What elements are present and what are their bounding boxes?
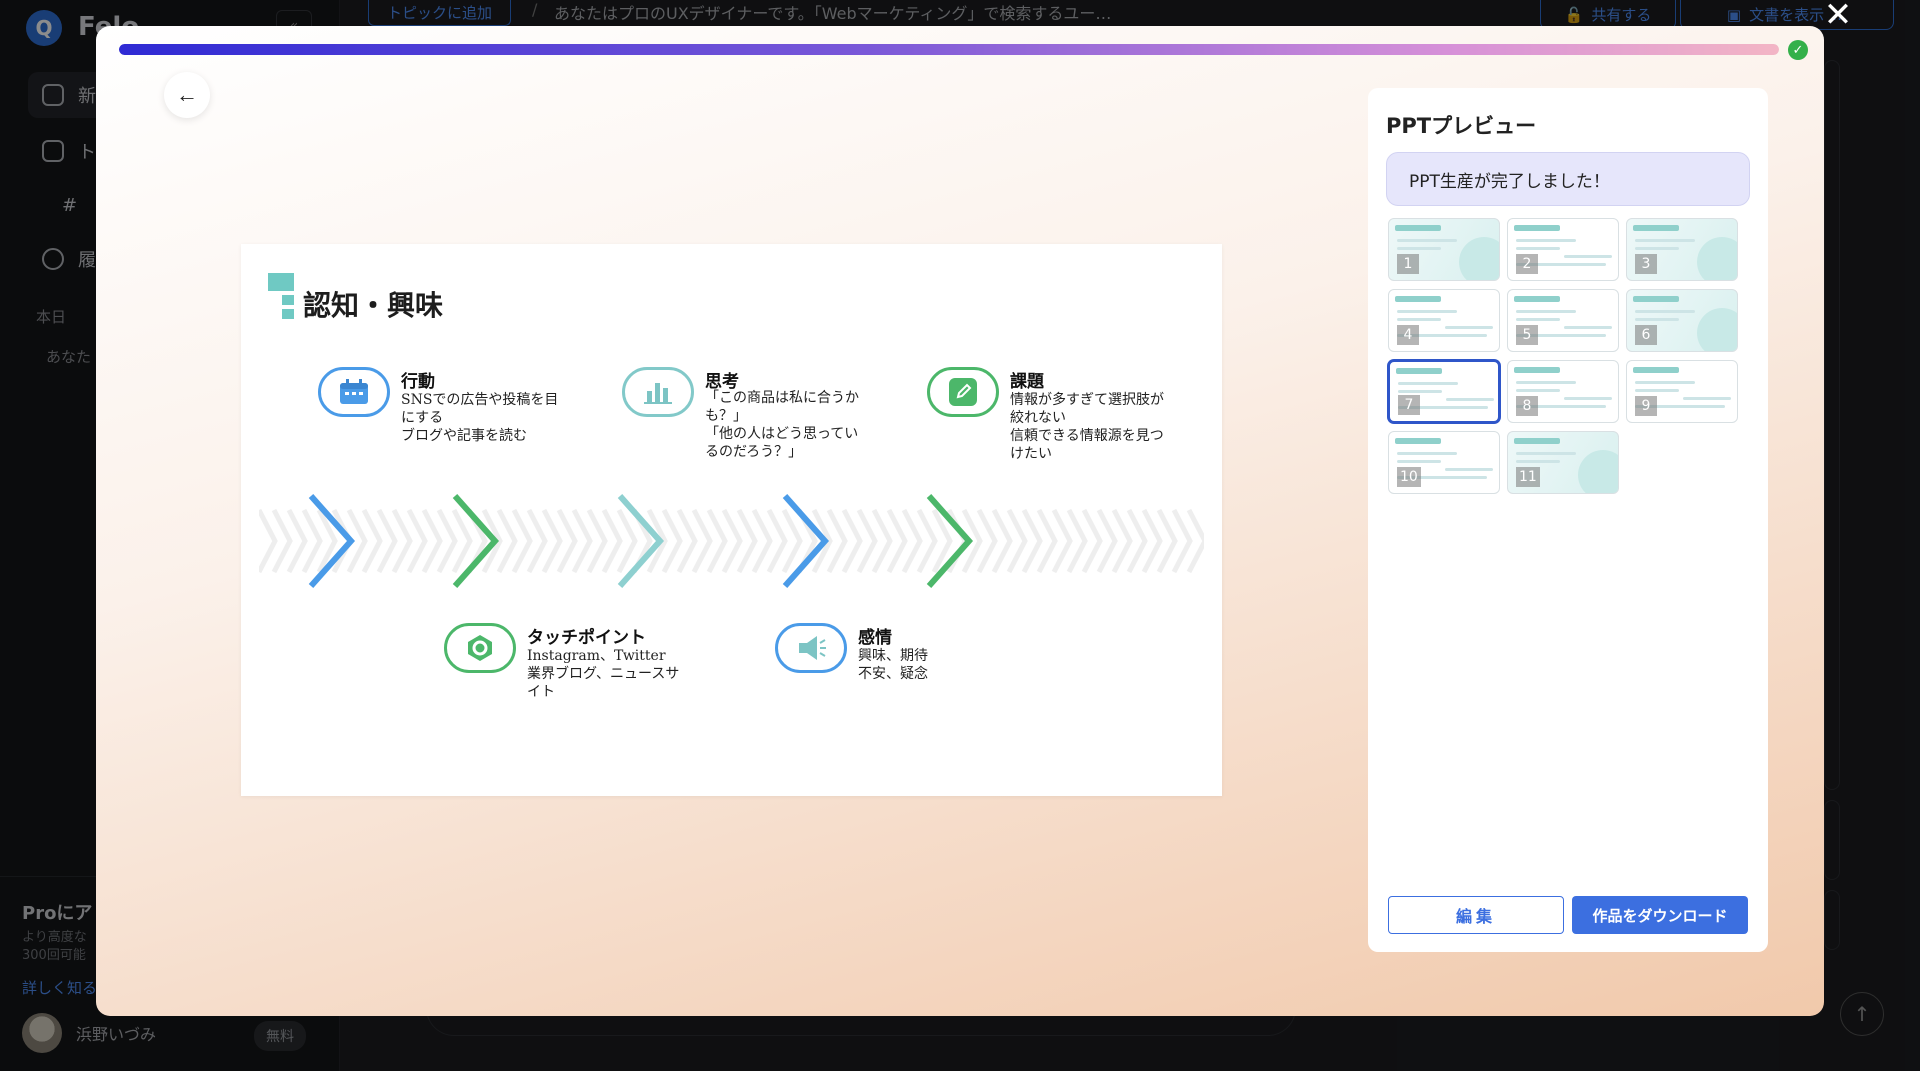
journey-arrows [259, 494, 1204, 588]
slide-preview: 認知・興味 行動 SNSでの広告や投稿を目 にする ブログや記事を読む 思考 「… [241, 244, 1222, 796]
item-text: 情報が多すぎて選択肢が 絞れない 信頼できる情報源を見つ けたい [1010, 392, 1164, 462]
progress-fill [119, 44, 1779, 55]
slide-thumbnail-7[interactable]: 7 [1388, 360, 1500, 423]
status-message: PPT生産が完了しました！ [1386, 152, 1750, 206]
thumbnail-number: 4 [1397, 325, 1419, 345]
close-icon[interactable]: ✕ [1818, 0, 1858, 32]
slide-thumbnail-4[interactable]: 4 [1388, 289, 1500, 352]
chevron-icon [452, 494, 500, 588]
progress-bar [119, 44, 1779, 55]
chevron-icon [617, 494, 665, 588]
slide-thumbnail-6[interactable]: 6 [1626, 289, 1738, 352]
item-title: タッチポイント [527, 628, 646, 648]
stripe-chevron [259, 508, 278, 574]
slide-thumbnail-5[interactable]: 5 [1507, 289, 1619, 352]
item-text: Instagram、Twitter 業界ブログ、ニュースサ イト [527, 648, 680, 700]
thumbnail-number: 11 [1516, 467, 1540, 487]
chevron-icon [308, 494, 356, 588]
ppt-preview-modal: ✓ ← 認知・興味 行動 SNSでの広告や投稿を目 にする ブログや記事を読む … [96, 26, 1824, 1016]
ppt-preview-panel: PPTプレビュー PPT生産が完了しました！ 1 2 3 4 5 6 7 8 9 10 11 編集 … [1368, 88, 1768, 952]
slide-thumbnail-8[interactable]: 8 [1507, 360, 1619, 423]
bar-chart-icon [622, 367, 694, 417]
slide-thumbnail-9[interactable]: 9 [1626, 360, 1738, 423]
edit-button[interactable]: 編集 [1388, 896, 1564, 934]
slide-title: 認知・興味 [303, 289, 444, 322]
megaphone-icon [775, 623, 847, 673]
slide-thumbnail-10[interactable]: 10 [1388, 431, 1500, 494]
thumbnail-number: 2 [1516, 254, 1538, 274]
download-button[interactable]: 作品をダウンロード [1572, 896, 1748, 934]
thumbnail-number: 3 [1635, 254, 1657, 274]
thumbnail-number: 6 [1635, 325, 1657, 345]
item-title: 課題 [1010, 372, 1044, 392]
calendar-icon [318, 367, 390, 417]
thumbnail-number: 8 [1516, 396, 1538, 416]
item-text: 「この商品は私に合うか も？」 「他の人はどう思ってい るのだろう？」 [705, 390, 859, 460]
chevron-icon [782, 494, 830, 588]
thumbnail-number: 5 [1516, 325, 1538, 345]
slide-thumbnail-3[interactable]: 3 [1626, 218, 1738, 281]
edit-icon [927, 367, 999, 417]
item-title: 行動 [401, 372, 435, 392]
slide-thumbnail-2[interactable]: 2 [1507, 218, 1619, 281]
item-text: 興味、期待 不安、疑念 [858, 648, 928, 682]
thumbnail-number: 10 [1397, 467, 1421, 487]
item-text: SNSでの広告や投稿を目 にする ブログや記事を読む [401, 392, 559, 444]
item-title: 感情 [858, 628, 892, 648]
panel-actions: 編集 作品をダウンロード [1388, 896, 1750, 934]
slide-thumbnail-11[interactable]: 11 [1507, 431, 1619, 494]
target-icon [444, 623, 516, 673]
panel-title: PPTプレビュー [1386, 114, 1537, 138]
slide-thumbnail-1[interactable]: 1 [1388, 218, 1500, 281]
title-decoration [268, 273, 294, 321]
thumbnail-number: 1 [1397, 254, 1419, 274]
check-icon: ✓ [1788, 40, 1808, 60]
thumbnail-number: 7 [1398, 395, 1420, 415]
thumbnail-number: 9 [1635, 396, 1657, 416]
back-button[interactable]: ← [164, 72, 210, 118]
